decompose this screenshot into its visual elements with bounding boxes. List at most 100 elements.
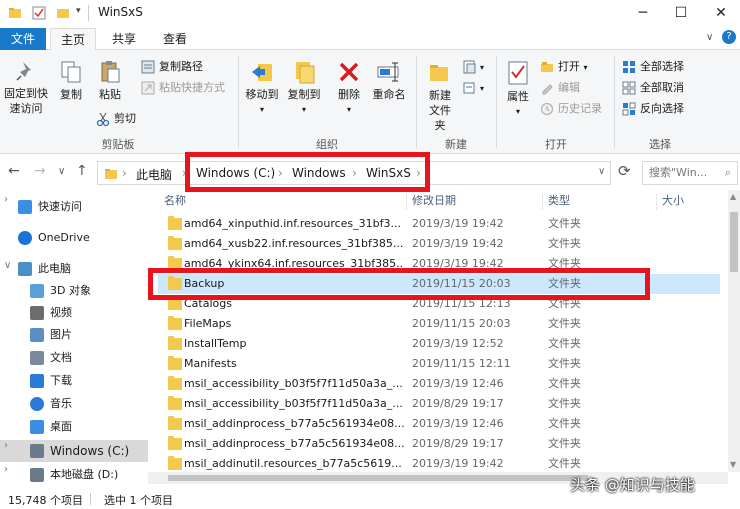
file-row[interactable]: msil_accessibility_b03f5f7f11d50a3a_... 2… xyxy=(158,394,720,414)
nav-item[interactable]: 音乐 xyxy=(0,393,148,415)
tab-share[interactable]: 共享 xyxy=(104,28,144,50)
address-highlight-box xyxy=(185,152,430,192)
nav-item[interactable]: 文档 xyxy=(0,347,148,369)
expand-chevron-icon[interactable]: › xyxy=(4,440,8,451)
nav-item[interactable]: 此电脑 xyxy=(0,258,148,280)
nav-item[interactable]: 视频 xyxy=(0,302,148,324)
file-row[interactable]: msil_accessibility_b03f5f7f11d50a3a_... 2… xyxy=(158,374,720,394)
column-header-name[interactable]: 名称 xyxy=(164,192,186,208)
expand-chevron-icon[interactable]: ∨ xyxy=(4,260,11,271)
file-date: 2019/8/29 19:17 xyxy=(412,437,504,450)
file-row[interactable]: msil_addinprocess_b77a5c561934e08... 2019… xyxy=(158,434,720,454)
title-bar: ▾ WinSxS ─ ☐ ✕ xyxy=(0,0,740,28)
edit-button[interactable]: 编辑 xyxy=(540,79,580,97)
nav-item[interactable]: 下载 xyxy=(0,370,148,392)
expand-chevron-icon[interactable]: › xyxy=(4,194,8,205)
up-arrow-icon[interactable]: ↑ xyxy=(76,163,88,179)
recent-locations-icon[interactable]: ∨ xyxy=(58,166,65,177)
folder-icon xyxy=(105,169,117,179)
nav-item[interactable]: 图片 xyxy=(0,324,148,346)
paste-shortcut-icon xyxy=(141,81,155,95)
new-folder-quick-icon[interactable] xyxy=(56,6,70,20)
status-divider xyxy=(90,493,91,505)
nav-item[interactable]: 桌面 xyxy=(0,416,148,438)
folder-icon xyxy=(168,236,182,250)
nav-item[interactable]: OneDrive xyxy=(0,227,148,249)
nav-item-label: 快速访问 xyxy=(38,200,82,213)
file-row[interactable]: InstallTemp 2019/3/19 12:52 文件夹 xyxy=(158,334,720,354)
back-arrow-icon[interactable]: ← xyxy=(8,163,20,179)
copy-path-button[interactable]: 复制路径 xyxy=(141,58,203,76)
move-to-button[interactable]: 移动到 ▾ xyxy=(242,60,282,117)
close-button[interactable]: ✕ xyxy=(702,0,740,28)
ribbon-separator xyxy=(238,56,239,148)
open-group-label: 打开 xyxy=(545,138,567,151)
column-header-type[interactable]: 类型 xyxy=(548,192,570,208)
vertical-scroll-thumb[interactable] xyxy=(730,212,738,272)
easy-access-button[interactable]: ▾ xyxy=(462,79,484,97)
breadcrumb-separator-icon[interactable]: › xyxy=(122,166,127,180)
minimize-button[interactable]: ─ xyxy=(624,0,662,28)
properties-button[interactable]: 属性 ▾ xyxy=(500,60,536,119)
file-row[interactable]: msil_addinutil.resources_b77a5c5619... 20… xyxy=(158,454,720,474)
column-separator xyxy=(542,194,543,210)
search-input[interactable]: 搜索"Win... ⌕ xyxy=(642,161,738,185)
file-row[interactable]: FileMaps 2019/11/15 20:03 文件夹 xyxy=(158,314,720,334)
paste-shortcut-button[interactable]: 粘贴快捷方式 xyxy=(141,79,225,97)
scroll-down-icon[interactable]: ▼ xyxy=(730,460,736,469)
new-item-button[interactable]: ▾ xyxy=(462,58,484,76)
ribbon-separator xyxy=(496,56,497,148)
clipboard-group-label: 剪贴板 xyxy=(101,138,135,151)
invert-selection-button[interactable]: 反向选择 xyxy=(622,100,684,118)
move-to-dropdown-icon: ▾ xyxy=(259,105,264,114)
drive-icon xyxy=(30,444,44,458)
paste-button[interactable]: 粘贴 xyxy=(92,60,128,102)
file-row[interactable]: Manifests 2019/11/15 12:11 文件夹 xyxy=(158,354,720,374)
expand-chevron-icon[interactable]: › xyxy=(4,464,8,475)
cut-button[interactable]: 剪切 xyxy=(96,110,136,128)
forward-arrow-icon[interactable]: → xyxy=(34,163,46,179)
collapse-ribbon-icon[interactable]: ∨ xyxy=(706,32,713,43)
pin-to-quick-access-button[interactable]: 固定到快速访问 xyxy=(2,60,50,116)
maximize-button[interactable]: ☐ xyxy=(662,0,700,28)
rename-button[interactable]: 重命名 xyxy=(368,60,410,102)
horizontal-scroll-thumb[interactable] xyxy=(168,475,588,481)
nav-item[interactable]: 本地磁盘 (D:) xyxy=(0,464,148,486)
column-header-date[interactable]: 修改日期 xyxy=(412,192,456,208)
nav-item[interactable]: Windows (C:) xyxy=(0,440,148,462)
address-dropdown-icon[interactable]: ∨ xyxy=(598,166,605,177)
nav-item-label: 视频 xyxy=(50,306,72,319)
tab-file[interactable]: 文件 xyxy=(0,28,46,50)
tab-view[interactable]: 查看 xyxy=(155,28,195,50)
nav-item[interactable]: 快速访问 xyxy=(0,196,148,218)
file-type: 文件夹 xyxy=(548,437,581,450)
scroll-up-icon[interactable]: ▲ xyxy=(730,192,736,201)
file-name: msil_accessibility_b03f5f7f11d50a3a_... xyxy=(184,397,403,410)
ribbon-separator xyxy=(614,56,615,148)
help-icon[interactable]: ? xyxy=(722,30,736,44)
delete-button[interactable]: 删除 ▾ xyxy=(332,60,366,117)
open-button[interactable]: 打开 ▾ xyxy=(540,58,588,76)
select-all-button[interactable]: 全部选择 xyxy=(622,58,684,76)
pin-label: 固定到快速访问 xyxy=(4,87,48,115)
file-row[interactable]: amd64_xinputhid.inf.resources_31bf3... 20… xyxy=(158,214,720,234)
file-date: 2019/3/19 19:42 xyxy=(412,237,504,250)
copy-button[interactable]: 复制 xyxy=(54,60,88,102)
history-button[interactable]: 历史记录 xyxy=(540,100,602,118)
nav-item[interactable]: 3D 对象 xyxy=(0,280,148,302)
file-type: 文件夹 xyxy=(548,317,581,330)
tab-home[interactable]: 主页 xyxy=(50,28,96,51)
new-folder-button[interactable]: 新建文件夹 xyxy=(420,60,460,133)
breadcrumb-this-pc[interactable]: 此电脑 xyxy=(136,166,172,183)
refresh-icon[interactable]: ⟳ xyxy=(618,162,631,180)
column-header-size[interactable]: 大小 xyxy=(662,192,684,208)
file-row[interactable]: amd64_xusb22.inf.resources_31bf385... 201… xyxy=(158,234,720,254)
file-type: 文件夹 xyxy=(548,397,581,410)
file-date: 2019/11/15 20:03 xyxy=(412,317,511,330)
file-name: msil_addinprocess_b77a5c561934e08... xyxy=(184,437,404,450)
select-none-button[interactable]: 全部取消 xyxy=(622,79,684,97)
properties-quick-icon[interactable] xyxy=(32,6,46,20)
file-row[interactable]: msil_addinprocess_b77a5c561934e08... 2019… xyxy=(158,414,720,434)
copy-to-button[interactable]: 复制到 ▾ xyxy=(284,60,324,117)
vertical-scrollbar[interactable]: ▲ ▼ xyxy=(728,190,740,472)
